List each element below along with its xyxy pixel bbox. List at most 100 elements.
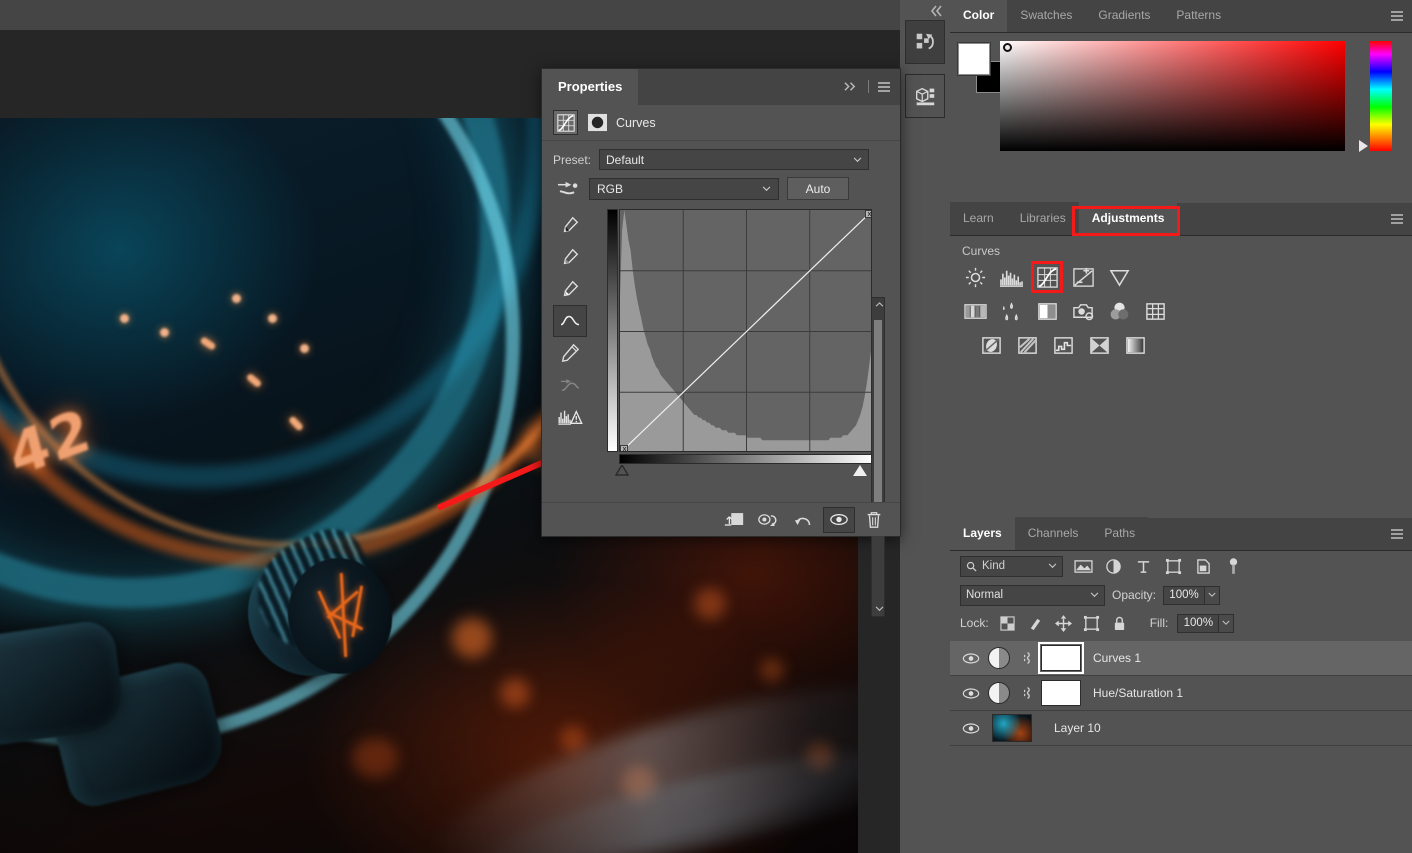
- chevron-up-icon[interactable]: [874, 300, 884, 310]
- layer-visibility-toggle[interactable]: [954, 687, 988, 699]
- foreground-color-swatch[interactable]: [958, 43, 990, 75]
- adjustment-layers-filter-icon[interactable]: [1103, 556, 1123, 576]
- table-row[interactable]: Curves 1: [950, 641, 1412, 676]
- panel-menu-icon[interactable]: [1390, 213, 1404, 225]
- pixel-layers-filter-icon[interactable]: [1073, 556, 1093, 576]
- threshold-icon[interactable]: [1050, 332, 1076, 358]
- edit-points-to-modify-curve-icon[interactable]: [553, 305, 587, 337]
- double-chevron-right-icon[interactable]: [841, 80, 860, 93]
- channel-select[interactable]: RGB: [589, 177, 779, 200]
- double-chevron-left-icon[interactable]: [926, 3, 946, 19]
- chevron-down-icon[interactable]: [874, 604, 884, 614]
- hue-slider-marker[interactable]: [1359, 140, 1368, 152]
- black-white-icon[interactable]: [1034, 298, 1060, 324]
- smart-object-filter-icon[interactable]: [1193, 556, 1213, 576]
- clip-to-layer-icon[interactable]: [718, 507, 750, 533]
- mask-link-icon[interactable]: [1019, 650, 1035, 666]
- tab-color[interactable]: Color: [950, 0, 1008, 32]
- tab-gradients[interactable]: Gradients: [1085, 0, 1164, 32]
- blend-mode-select[interactable]: Normal: [960, 584, 1105, 606]
- preset-select[interactable]: Default: [599, 149, 870, 170]
- black-input-slider[interactable]: [615, 465, 629, 476]
- sample-in-image-to-set-white-point-icon[interactable]: [553, 273, 587, 305]
- properties-scrollbar[interactable]: [871, 297, 885, 617]
- layer-visibility-toggle[interactable]: [954, 652, 988, 664]
- tab-libraries[interactable]: Libraries: [1006, 202, 1079, 235]
- auto-button[interactable]: Auto: [787, 177, 849, 200]
- color-field-cursor[interactable]: [1003, 43, 1012, 52]
- color-balance-icon[interactable]: [998, 298, 1024, 324]
- sample-in-image-to-set-gray-point-icon[interactable]: [553, 241, 587, 273]
- gradient-map-icon[interactable]: [1122, 332, 1148, 358]
- lock-artboard-nesting-icon[interactable]: [1082, 614, 1101, 633]
- opacity-stepper-icon[interactable]: [1205, 585, 1221, 605]
- tab-layers[interactable]: Layers: [950, 517, 1015, 550]
- layer-name[interactable]: Layer 10: [1054, 721, 1101, 735]
- lock-transparent-pixels-icon[interactable]: [998, 614, 1017, 633]
- color-field[interactable]: [1000, 41, 1345, 151]
- lock-all-icon[interactable]: [1110, 614, 1129, 633]
- vibrance-icon[interactable]: [1106, 264, 1132, 290]
- sample-in-image-to-set-black-point-icon[interactable]: [553, 209, 587, 241]
- panel-menu-icon[interactable]: [1390, 528, 1404, 540]
- levels-icon[interactable]: [998, 264, 1024, 290]
- reset-adjustment-icon[interactable]: [788, 507, 820, 533]
- hue-saturation-icon[interactable]: [962, 298, 988, 324]
- layer-filter-kind-select[interactable]: Kind: [960, 555, 1063, 577]
- smooth-curve-values-icon[interactable]: [553, 369, 587, 401]
- channel-mixer-icon[interactable]: [1106, 298, 1132, 324]
- shape-layers-filter-icon[interactable]: [1163, 556, 1183, 576]
- history-panel-icon[interactable]: [905, 20, 945, 64]
- layer-visibility-toggle[interactable]: [954, 722, 988, 734]
- adjustment-layer-thumbnail[interactable]: [988, 682, 1010, 704]
- tab-adjustments[interactable]: Adjustments: [1078, 202, 1178, 235]
- lock-image-pixels-icon[interactable]: [1026, 614, 1045, 633]
- invert-icon[interactable]: [978, 332, 1004, 358]
- photo-filter-icon[interactable]: [1070, 298, 1096, 324]
- curves-icon[interactable]: [1031, 261, 1063, 293]
- fill-input[interactable]: 100%: [1177, 613, 1220, 633]
- adjustment-layer-thumbnail[interactable]: [988, 647, 1010, 669]
- tab-channels[interactable]: Channels: [1014, 517, 1092, 550]
- white-point-handle[interactable]: [865, 210, 873, 218]
- fill-stepper-icon[interactable]: [1219, 613, 1235, 633]
- draw-to-modify-curve-pencil-icon[interactable]: [553, 337, 587, 369]
- layer-name[interactable]: Curves 1: [1093, 651, 1141, 665]
- toggle-layer-visibility-icon[interactable]: [823, 506, 855, 533]
- opacity-input[interactable]: 100%: [1163, 585, 1206, 605]
- toggle-previous-state-icon[interactable]: [753, 507, 785, 533]
- color-picker-body[interactable]: [950, 33, 1412, 183]
- tab-swatches[interactable]: Swatches: [1007, 0, 1086, 32]
- curves-graph[interactable]: [619, 209, 872, 452]
- tab-paths[interactable]: Paths: [1091, 517, 1149, 550]
- color-lookup-icon[interactable]: [1142, 298, 1168, 324]
- table-row[interactable]: Hue/Saturation 1: [950, 676, 1412, 711]
- white-input-slider[interactable]: [853, 465, 867, 476]
- panel-menu-icon[interactable]: [1390, 10, 1404, 22]
- delete-adjustment-layer-icon[interactable]: [858, 507, 890, 533]
- type-layers-filter-icon[interactable]: [1133, 556, 1153, 576]
- pixel-layer-thumbnail[interactable]: [992, 714, 1032, 742]
- selective-color-icon[interactable]: [1086, 332, 1112, 358]
- hue-slider[interactable]: [1370, 41, 1392, 151]
- layer-mask-icon[interactable]: [586, 112, 608, 134]
- tab-properties[interactable]: Properties: [542, 69, 639, 105]
- scrollbar-thumb[interactable]: [874, 320, 882, 516]
- tab-learn[interactable]: Learn: [950, 202, 1007, 235]
- table-row[interactable]: Layer 10: [950, 711, 1412, 746]
- exposure-icon[interactable]: [1070, 264, 1096, 290]
- layer-mask-thumbnail[interactable]: [1038, 642, 1084, 674]
- layer-mask-thumbnail[interactable]: [1041, 680, 1081, 706]
- mask-link-icon[interactable]: [1019, 685, 1035, 701]
- filter-toggle-switch-icon[interactable]: [1223, 556, 1243, 576]
- layer-name[interactable]: Hue/Saturation 1: [1093, 686, 1183, 700]
- brightness-contrast-icon[interactable]: [962, 264, 988, 290]
- curves-icon[interactable]: [553, 110, 578, 135]
- curves-plot[interactable]: [620, 210, 872, 452]
- on-image-adjustment-icon[interactable]: [553, 178, 581, 200]
- posterize-icon[interactable]: [1014, 332, 1040, 358]
- properties-3d-panel-icon[interactable]: [905, 74, 945, 118]
- panel-menu-icon[interactable]: [877, 81, 891, 93]
- tab-patterns[interactable]: Patterns: [1163, 0, 1235, 32]
- lock-position-icon[interactable]: [1054, 614, 1073, 633]
